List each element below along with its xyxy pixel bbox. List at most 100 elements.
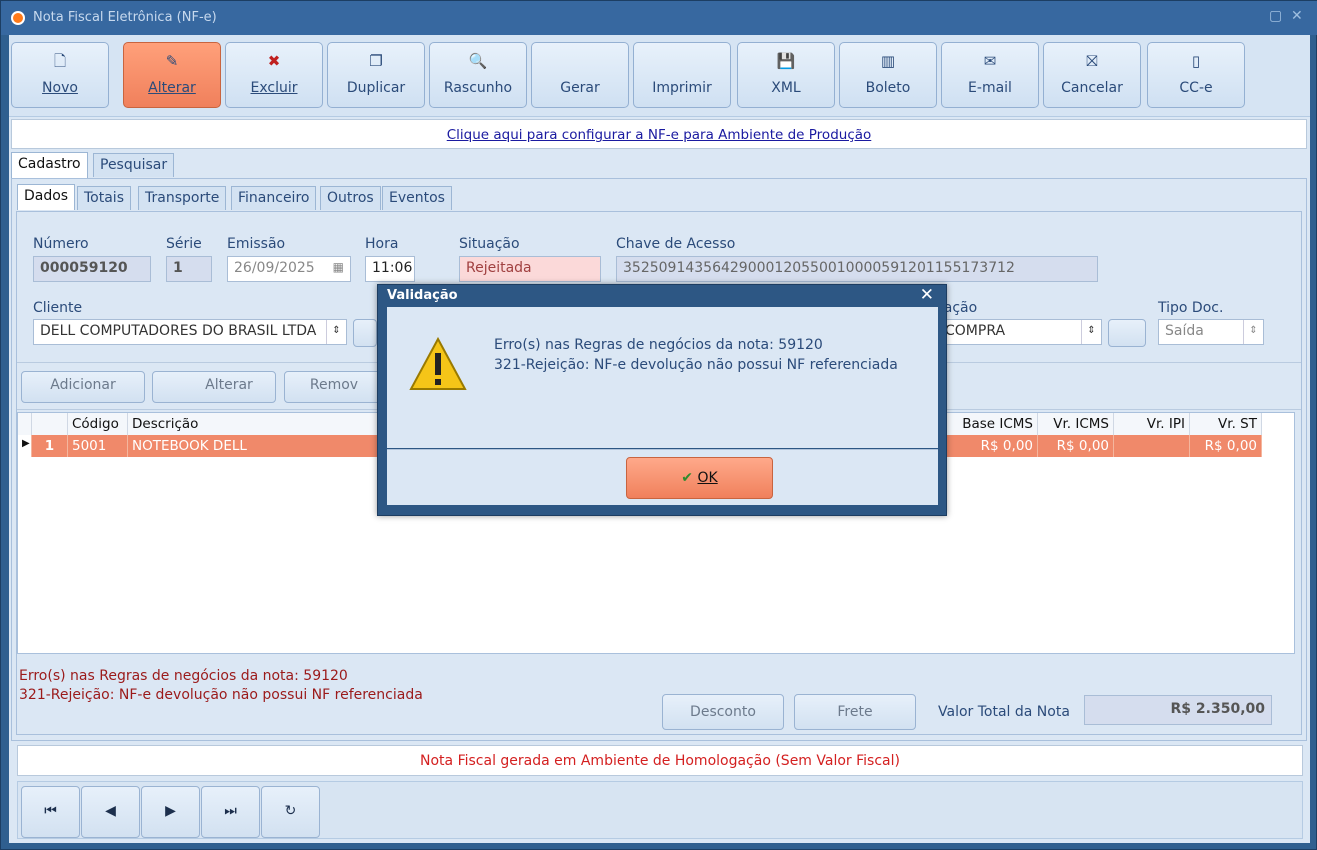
spinner-icon[interactable]: ⇕: [326, 320, 346, 344]
excluir-button[interactable]: ✖ Excluir: [225, 42, 323, 108]
desconto-button[interactable]: Desconto: [662, 694, 784, 730]
grid-header-vr-icms: Vr. ICMS: [1038, 413, 1114, 435]
imprimir-button[interactable]: Imprimir: [633, 42, 731, 108]
operacao-select[interactable]: COMPRA ⇕: [938, 319, 1102, 345]
status-bar: Nota Fiscal gerada em Ambiente de Homolo…: [17, 745, 1303, 776]
check-icon: ✔: [681, 470, 694, 486]
cliente-select[interactable]: DELL COMPUTADORES DO BRASIL LTDA ⇕: [33, 319, 347, 345]
remover-button[interactable]: Remov: [284, 371, 384, 403]
ok-button[interactable]: ✔ OK: [626, 457, 773, 499]
cancel-icon: ⛝: [1086, 52, 1098, 70]
edit-icon: ✎: [165, 52, 179, 70]
save-icon: 💾: [776, 52, 796, 70]
config-production-link[interactable]: Clique aqui para configurar a NF-e para …: [447, 127, 872, 143]
frete-button[interactable]: Frete: [794, 694, 916, 730]
adicionar-button[interactable]: Adicionar: [21, 371, 145, 403]
grid-header-num: [32, 413, 68, 435]
rascunho-button[interactable]: 🔍 Rascunho: [429, 42, 527, 108]
emissao-field[interactable]: 26/09/2025 ▦: [227, 256, 351, 282]
previous-record-icon[interactable]: ◀: [81, 786, 140, 838]
grid-header-base-icms: Base ICMS: [946, 413, 1038, 435]
app-icon: [11, 11, 25, 25]
total-value: R$ 2.350,00: [1084, 695, 1272, 725]
cancelar-button[interactable]: ⛝ Cancelar: [1043, 42, 1141, 108]
row-vr-ipi: [1114, 435, 1190, 457]
chave-label: Chave de Acesso: [616, 236, 736, 252]
hora-field[interactable]: 11:06: [365, 256, 415, 282]
tab-transporte[interactable]: Transporte: [138, 186, 227, 210]
last-record-icon[interactable]: ⏭: [201, 786, 260, 838]
tab-totais[interactable]: Totais: [77, 186, 131, 210]
row-vr-st: R$ 0,00: [1190, 435, 1262, 457]
duplicate-icon: ❐: [369, 52, 383, 70]
dialog-close-icon[interactable]: ✕: [920, 285, 934, 305]
row-num: 1: [32, 435, 68, 457]
validation-dialog: Validação ✕ Erro(s) nas Regras de negóci…: [377, 284, 947, 516]
spinner-icon[interactable]: ⇕: [1243, 320, 1263, 344]
dialog-body: Erro(s) nas Regras de negócios da nota: …: [387, 307, 938, 448]
error-message-line2: 321-Rejeição: NF-e devolução não possui …: [19, 687, 423, 703]
error-message-line1: Erro(s) nas Regras de negócios da nota: …: [19, 668, 348, 684]
tab-eventos[interactable]: Eventos: [382, 186, 452, 210]
toolbar: 🗋 Novo ✎ Alterar ✖ Excluir ❐ Duplicar 🔍 Rascu…: [9, 35, 1310, 117]
chave-field[interactable]: 3525091435642900012055001000059120115517…: [616, 256, 1098, 282]
serie-field[interactable]: 1: [166, 256, 212, 282]
numero-label: Número: [33, 236, 89, 252]
serie-label: Série: [166, 236, 202, 252]
navigation-bar: ⏮ ◀ ▶ ⏭ ↻: [17, 781, 1303, 839]
cce-button[interactable]: ▯ CC-e: [1147, 42, 1245, 108]
duplicar-button[interactable]: ❐ Duplicar: [327, 42, 425, 108]
first-record-icon[interactable]: ⏮: [21, 786, 80, 838]
alterar-button[interactable]: ✎ Alterar: [123, 42, 221, 108]
config-link-bar: Clique aqui para configurar a NF-e para …: [11, 119, 1307, 149]
mail-icon: ✉: [983, 52, 997, 70]
close-icon[interactable]: ✕: [1291, 8, 1303, 24]
row-pointer-icon: ▶: [18, 435, 32, 457]
dialog-message-line2: 321-Rejeição: NF-e devolução não possui …: [494, 357, 898, 373]
title-bar: Nota Fiscal Eletrônica (NF-e) ▢ ✕: [1, 1, 1317, 35]
hora-label: Hora: [365, 236, 399, 252]
draft-icon: 🔍: [468, 52, 488, 70]
grid-header-codigo: Código: [68, 413, 128, 435]
dialog-message-line1: Erro(s) nas Regras de negócios da nota: …: [494, 337, 823, 353]
situacao-field[interactable]: Rejeitada: [459, 256, 601, 282]
warning-icon: [409, 337, 467, 390]
tab-pesquisar[interactable]: Pesquisar: [93, 153, 175, 177]
delete-icon: ✖: [267, 52, 281, 70]
tipo-doc-label: Tipo Doc.: [1158, 300, 1224, 316]
maximize-icon[interactable]: ▢: [1269, 8, 1282, 24]
tab-dados[interactable]: Dados: [17, 184, 76, 210]
row-base-icms: R$ 0,00: [946, 435, 1038, 457]
next-record-icon[interactable]: ▶: [141, 786, 200, 838]
tab-outros[interactable]: Outros: [320, 186, 381, 210]
gerar-button[interactable]: Gerar: [531, 42, 629, 108]
tab-cadastro[interactable]: Cadastro: [11, 152, 88, 178]
calendar-icon[interactable]: ▦: [333, 260, 344, 274]
grid-header-vr-st: Vr. ST: [1190, 413, 1262, 435]
boleto-button[interactable]: ▥ Boleto: [839, 42, 937, 108]
tipo-doc-select[interactable]: Saída ⇕: [1158, 319, 1264, 345]
new-document-icon: 🗋: [53, 52, 67, 70]
novo-button[interactable]: 🗋 Novo: [11, 42, 109, 108]
cliente-label: Cliente: [33, 300, 83, 316]
main-window: Nota Fiscal Eletrônica (NF-e) ▢ ✕ 🗋 Novo …: [0, 0, 1317, 850]
alterar-item-button[interactable]: Alterar: [152, 371, 276, 403]
spinner-icon[interactable]: ⇕: [1081, 320, 1101, 344]
operacao-lookup-button[interactable]: [1108, 319, 1146, 347]
grid-header-indicator: [18, 413, 32, 435]
total-label: Valor Total da Nota: [938, 704, 1070, 720]
tab-financeiro[interactable]: Financeiro: [231, 186, 317, 210]
email-button[interactable]: ✉ E-mail: [941, 42, 1039, 108]
dialog-title: Validação: [387, 288, 458, 303]
situacao-label: Situação: [459, 236, 520, 252]
xml-button[interactable]: 💾 XML: [737, 42, 835, 108]
numero-field[interactable]: 000059120: [33, 256, 151, 282]
dialog-footer: ✔ OK: [387, 449, 938, 505]
window-title: Nota Fiscal Eletrônica (NF-e): [33, 10, 217, 25]
barcode-icon: ▥: [880, 52, 896, 70]
cliente-lookup-button[interactable]: [353, 319, 377, 347]
refresh-icon[interactable]: ↻: [261, 786, 320, 838]
letter-icon: ▯: [1191, 52, 1201, 70]
emissao-label: Emissão: [227, 236, 286, 252]
row-codigo: 5001: [68, 435, 128, 457]
